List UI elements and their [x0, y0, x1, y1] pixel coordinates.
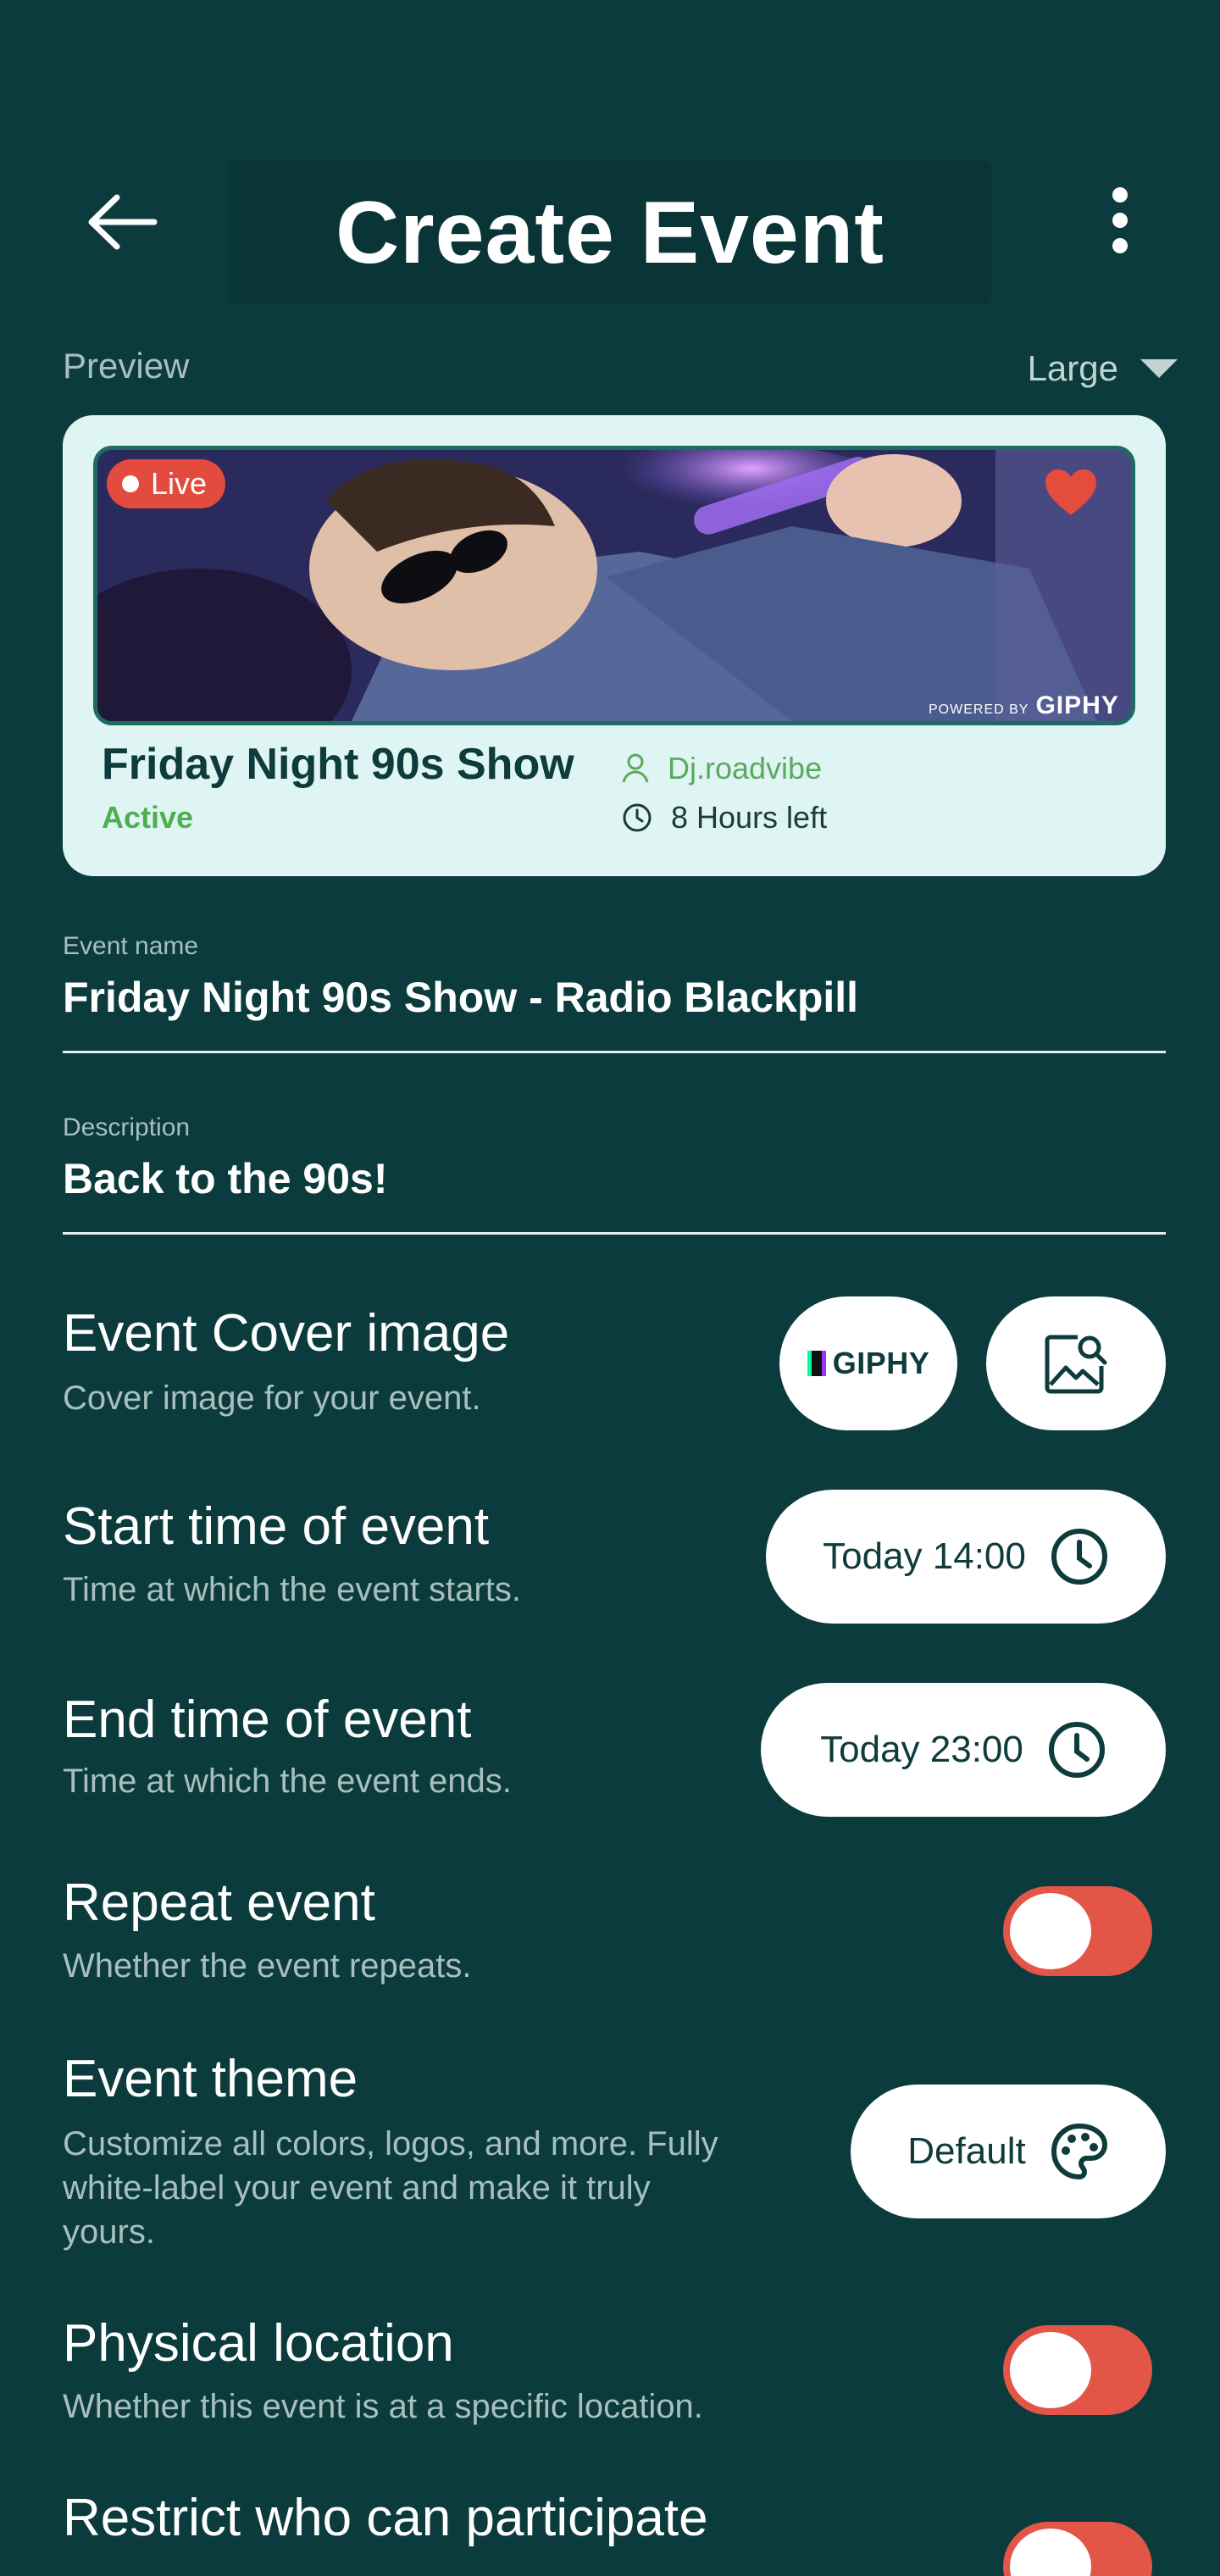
favorite-button[interactable] — [1044, 468, 1112, 529]
repeat-event-toggle[interactable] — [1003, 1886, 1152, 1976]
start-time-title: Start time of event — [63, 1497, 490, 1556]
event-name-field[interactable]: Friday Night 90s Show - Radio Blackpill — [63, 973, 858, 1022]
physical-location-toggle[interactable] — [1003, 2325, 1152, 2415]
live-dot-icon — [122, 475, 139, 492]
end-time-picker[interactable]: Today 23:00 — [761, 1683, 1166, 1817]
card-event-status: Active — [102, 800, 194, 835]
more-options-button[interactable] — [1086, 178, 1154, 263]
preview-size-dropdown[interactable]: Large — [932, 339, 1178, 398]
event-theme-title: Event theme — [63, 2050, 358, 2108]
start-time-value: Today 14:00 — [823, 1535, 1026, 1577]
image-search-button[interactable] — [986, 1296, 1166, 1430]
cover-image-title: Event Cover image — [63, 1304, 510, 1363]
toggle-knob — [1010, 1893, 1091, 1969]
giphy-logo-icon — [807, 1351, 826, 1376]
repeat-event-title: Repeat event — [63, 1874, 375, 1932]
more-vertical-icon — [1112, 187, 1128, 203]
cover-gif-illustration — [97, 450, 1131, 721]
dropdown-arrow-icon — [1140, 359, 1178, 378]
card-time-left-value: 8 Hours left — [671, 800, 828, 835]
powered-by-label: POWERED BY — [929, 702, 1029, 717]
end-time-title: End time of event — [63, 1690, 472, 1749]
event-theme-subtitle-line-1: Customize all colors, logos, and more. F… — [63, 2125, 718, 2162]
user-icon — [622, 753, 649, 783]
event-theme-picker[interactable]: Default — [851, 2085, 1166, 2218]
card-event-title: Friday Night 90s Show — [102, 740, 574, 789]
preview-size-value: Large — [1027, 348, 1118, 388]
live-badge: Live — [107, 459, 226, 508]
event-theme-subtitle-line-3: yours. — [63, 2213, 155, 2251]
start-time-subtitle: Time at which the event starts. — [63, 1571, 521, 1608]
giphy-button-label: GIPHY — [832, 1346, 930, 1380]
giphy-attribution: GIPHY — [1035, 691, 1119, 719]
preview-label: Preview — [63, 346, 190, 386]
event-theme-subtitle-line-2: white-label your event and make it truly — [63, 2169, 651, 2207]
palette-icon — [1051, 2123, 1107, 2180]
image-search-icon — [1045, 1335, 1107, 1394]
physical-location-title: Physical location — [63, 2314, 454, 2373]
restrict-participants-title: Restrict who can participate — [63, 2489, 708, 2547]
event-name-label: Event name — [63, 932, 199, 960]
back-button[interactable] — [81, 181, 163, 263]
heart-icon — [1045, 469, 1096, 515]
giphy-picker-button[interactable]: GIPHY — [779, 1296, 957, 1430]
description-label: Description — [63, 1113, 191, 1141]
live-badge-label: Live — [151, 466, 208, 501]
card-host: Dj.roadvibe — [622, 751, 822, 786]
card-host-name: Dj.roadvibe — [668, 751, 823, 786]
toggle-knob — [1010, 2529, 1091, 2576]
description-field[interactable]: Back to the 90s! — [63, 1154, 387, 1203]
event-theme-value: Default — [907, 2130, 1026, 2172]
clock-icon — [1048, 1722, 1105, 1778]
powered-by-giphy: POWERED BY GIPHY — [929, 691, 1119, 720]
start-time-picker[interactable]: Today 14:00 — [766, 1490, 1166, 1624]
end-time-value: Today 23:00 — [820, 1729, 1023, 1770]
cover-image-subtitle: Cover image for your event. — [63, 1380, 481, 1417]
toggle-knob — [1010, 2332, 1091, 2408]
event-name-underline — [63, 1051, 1166, 1053]
page-title: Create Event — [336, 183, 884, 282]
restrict-participants-toggle[interactable] — [1003, 2522, 1152, 2576]
arrow-left-icon — [88, 194, 158, 250]
repeat-event-subtitle: Whether the event repeats. — [63, 1947, 472, 1985]
clock-icon — [623, 803, 652, 832]
clock-icon — [1051, 1529, 1107, 1585]
end-time-subtitle: Time at which the event ends. — [63, 1763, 512, 1800]
physical-location-subtitle: Whether this event is at a specific loca… — [63, 2388, 703, 2425]
description-underline — [63, 1232, 1166, 1235]
card-time-left: 8 Hours left — [622, 800, 827, 836]
cover-image — [93, 446, 1135, 725]
